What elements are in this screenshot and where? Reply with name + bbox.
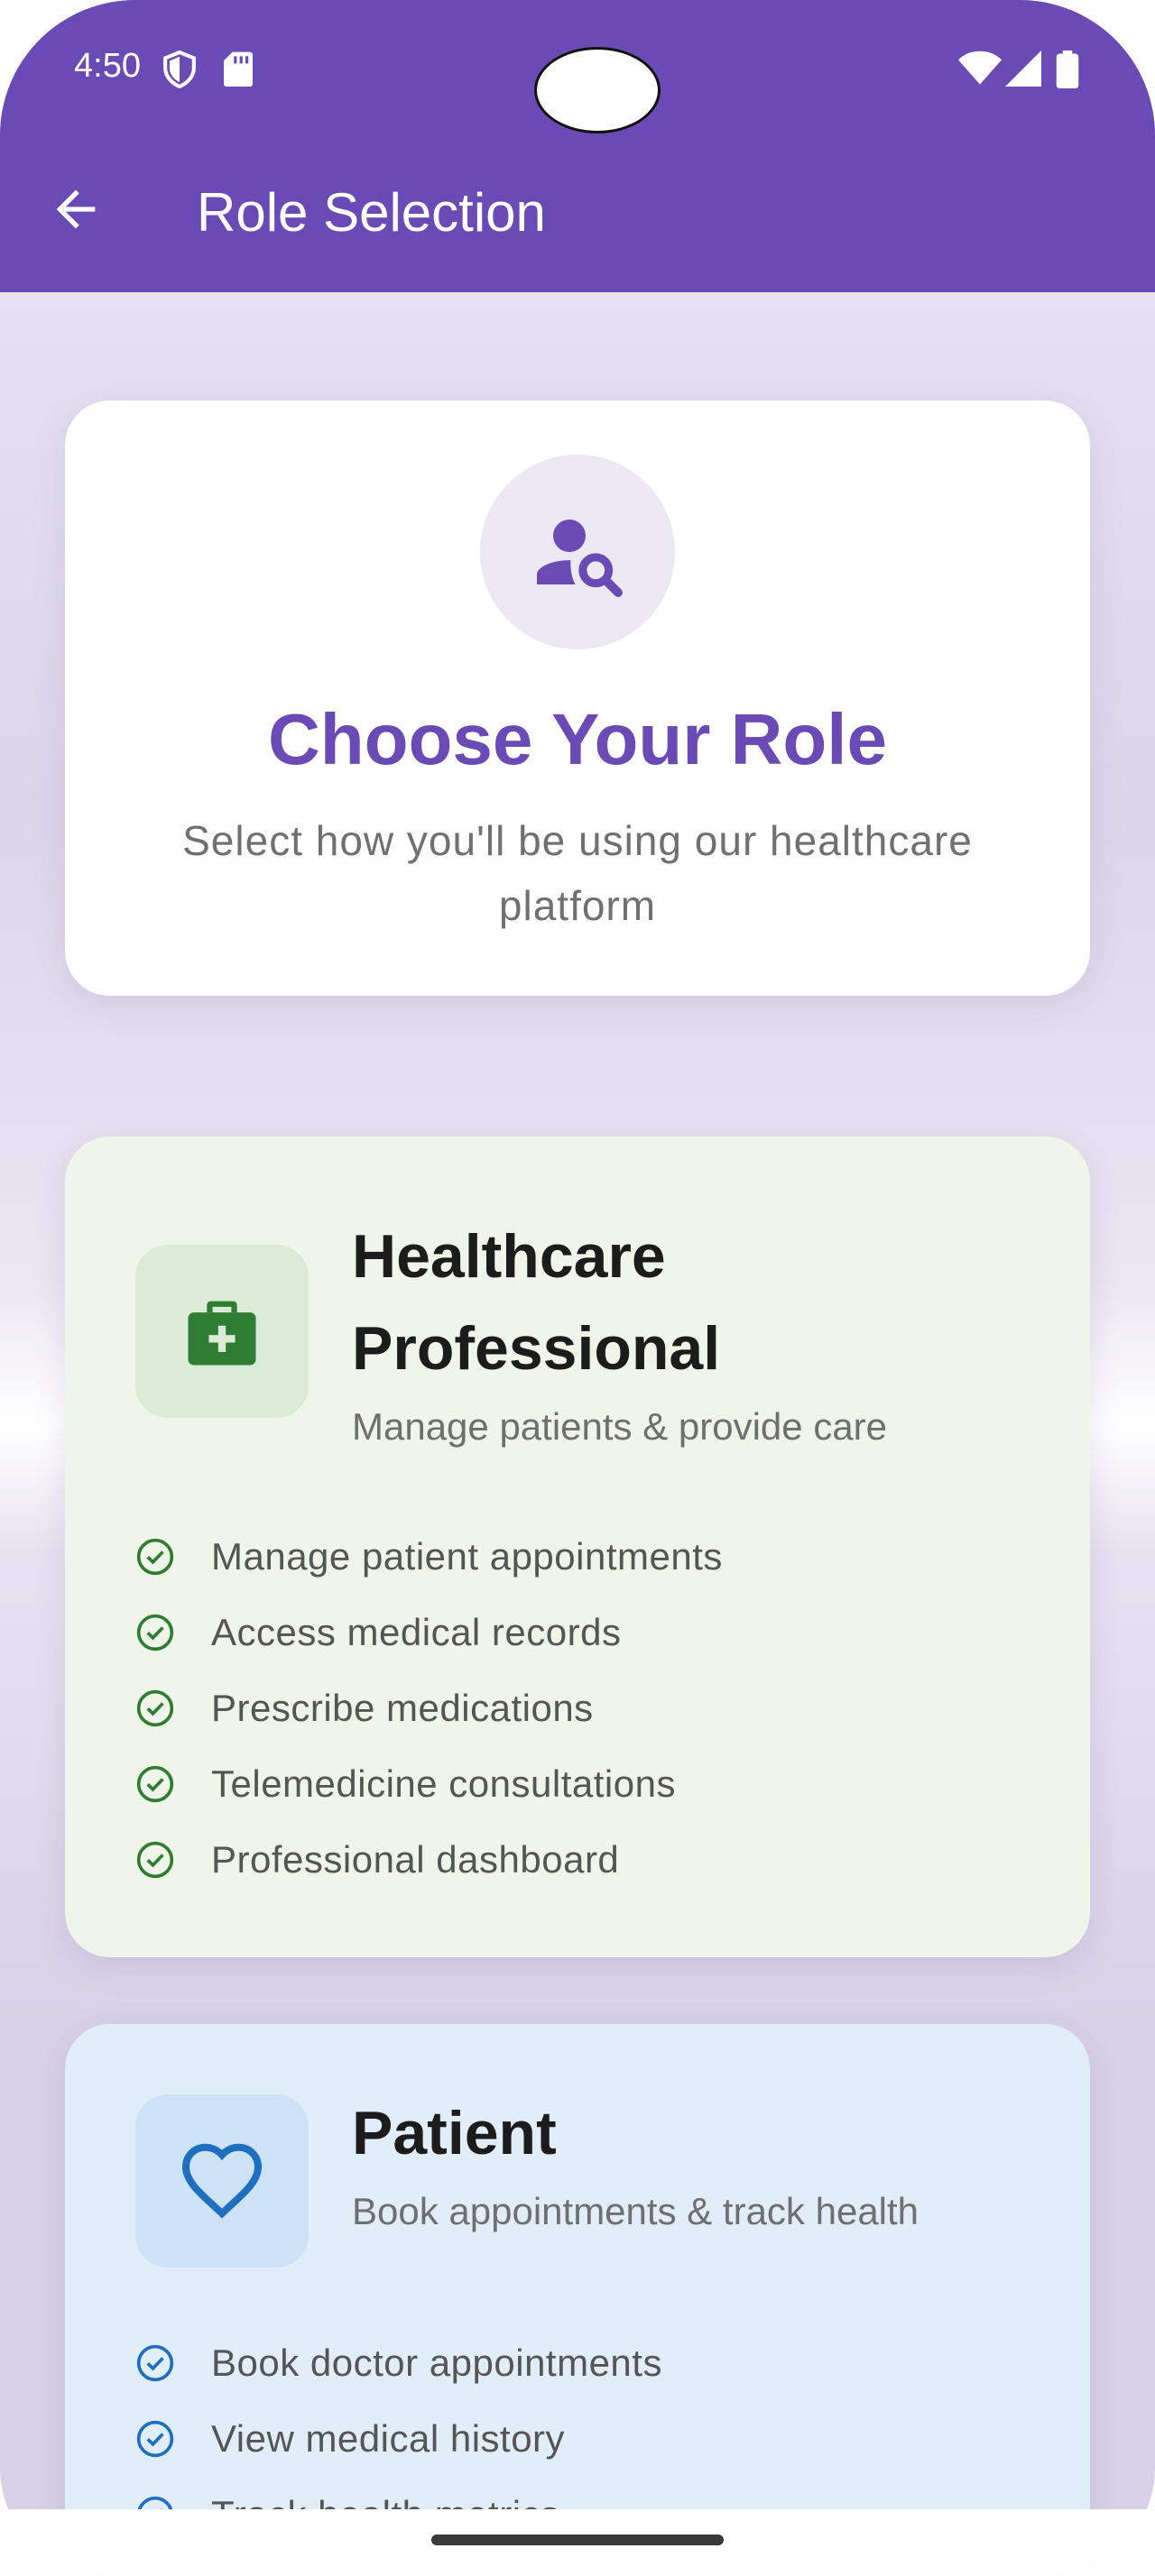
list-item: Telemedicine consultations: [135, 1746, 723, 1822]
check-circle-icon: [136, 1538, 174, 1576]
list-item: Manage patient appointments: [135, 1519, 723, 1595]
battery-icon: [1056, 51, 1079, 88]
person-search-icon: [537, 520, 623, 597]
role-subtitle: Manage patients & provide care: [352, 1405, 888, 1448]
medical-bag-icon: [188, 1301, 256, 1366]
role-title: Healthcare Professional: [352, 1222, 721, 1383]
patient-card[interactable]: Patient Book appointments & track health…: [65, 2024, 1090, 2576]
role-icon-box: [135, 1245, 309, 1418]
check-circle-icon: [136, 2420, 174, 2458]
choose-role-card: Choose Your Role Select how you'll be us…: [65, 400, 1090, 996]
feature-text: Manage patient appointments: [211, 1535, 723, 1578]
feature-text: Book doctor appointments: [211, 2341, 662, 2384]
list-item: Prescribe medications: [135, 1670, 723, 1746]
check-circle-icon: [136, 1614, 174, 1651]
hero-icon-circle: [480, 455, 675, 649]
page-title: Role Selection: [197, 182, 546, 243]
heart-icon: [181, 2143, 263, 2219]
arrow-back-icon[interactable]: [47, 180, 105, 238]
feature-text: Access medical records: [211, 1611, 622, 1653]
healthcare-professional-card[interactable]: Healthcare Professional Manage patients …: [65, 1136, 1090, 1957]
role-icon-box: [135, 2094, 309, 2268]
check-circle-icon: [136, 1765, 174, 1803]
app-bar: 4:50 Role Selection: [0, 0, 1155, 292]
feature-list: Manage patient appointments Access medic…: [135, 1519, 723, 1898]
check-circle-icon: [136, 2344, 174, 2382]
feature-text: Telemedicine consultations: [211, 1762, 676, 1805]
check-circle-icon: [136, 1841, 174, 1879]
list-item: Professional dashboard: [135, 1822, 723, 1898]
camera-cutout: [534, 47, 661, 133]
phone-screen: 4:50 Role Selection Choose Your Role Sel…: [0, 0, 1155, 2576]
hero-subtitle: Select how you'll be using our healthcar…: [182, 817, 973, 929]
status-time: 4:50: [74, 47, 141, 85]
role-title: Patient: [352, 2099, 557, 2167]
list-item: Access medical records: [135, 1595, 723, 1670]
feature-text: Prescribe medications: [211, 1687, 594, 1729]
shield-icon: [163, 51, 196, 88]
wifi-icon: [958, 51, 1002, 85]
role-subtitle: Book appointments & track health: [352, 2190, 919, 2232]
list-item: Book doctor appointments: [135, 2325, 662, 2401]
home-gesture-handle[interactable]: [431, 2535, 724, 2545]
hero-title: Choose Your Role: [267, 699, 887, 779]
feature-text: View medical history: [211, 2417, 566, 2460]
feature-text: Professional dashboard: [211, 1838, 620, 1881]
check-circle-icon: [136, 1689, 174, 1727]
sd-card-icon: [224, 51, 253, 87]
signal-icon: [1005, 51, 1041, 87]
list-item: View medical history: [135, 2401, 662, 2477]
